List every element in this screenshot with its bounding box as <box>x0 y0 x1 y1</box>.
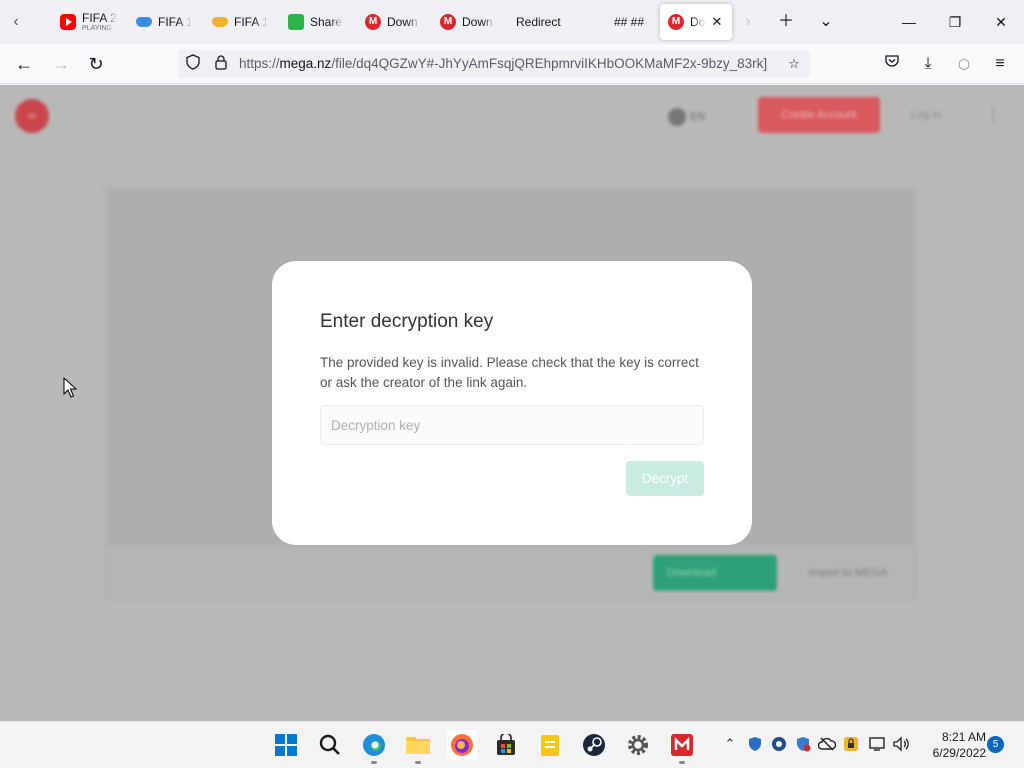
back-icon[interactable]: ← <box>12 52 36 76</box>
language-selector[interactable]: EN <box>668 107 718 127</box>
url-domain: mega.nz <box>279 56 332 71</box>
system-clock[interactable]: 8:21 AM 6/29/2022 <box>916 729 986 761</box>
edge-icon[interactable] <box>359 730 389 764</box>
tab-mega-download-2[interactable]: M Down <box>440 4 496 40</box>
tracking-protection-icon[interactable] <box>183 54 203 74</box>
lock-icon[interactable] <box>211 54 231 74</box>
mega-app-icon[interactable] <box>667 730 697 764</box>
url-scheme: https:// <box>239 56 280 71</box>
tab-title: Do <box>690 15 706 29</box>
tab-title: Redirect <box>516 15 561 29</box>
import-to-mega-button[interactable]: Import to MEGA <box>790 555 906 591</box>
navigation-toolbar: ← → ↻ https://mega.nz/file/dq4QGZwY#-JhY… <box>0 44 1024 84</box>
windows-start-icon[interactable] <box>271 730 301 760</box>
mouse-cursor-icon <box>63 377 77 398</box>
mega-icon: M <box>440 14 456 30</box>
more-menu-icon[interactable]: ⋮ <box>985 105 1001 127</box>
downloads-icon[interactable]: ⤓ <box>916 52 940 76</box>
tab-playing-label: PLAYING <box>82 25 112 32</box>
extensions-icon[interactable]: ⬡ <box>952 52 976 76</box>
tab-title: FIFA 2 <box>82 11 117 25</box>
onedrive-offline-icon[interactable] <box>817 734 837 754</box>
steam-icon[interactable] <box>579 730 609 760</box>
vpn-lock-icon[interactable] <box>841 734 861 754</box>
minimize-icon[interactable]: — <box>886 6 932 38</box>
tray-app-icon[interactable] <box>769 734 789 754</box>
settings-gear-icon[interactable] <box>623 730 653 760</box>
tab-youtube-fifa[interactable]: FIFA 2 PLAYING <box>60 4 120 40</box>
security-alert-icon[interactable] <box>793 734 813 754</box>
search-icon[interactable] <box>315 730 345 760</box>
tab-redirect[interactable]: Redirect <box>516 4 576 40</box>
pocket-icon[interactable] <box>880 52 904 76</box>
menu-icon[interactable]: ≡ <box>988 52 1012 76</box>
reload-icon[interactable]: ↻ <box>84 52 108 76</box>
create-account-button[interactable]: Create Account <box>758 97 880 133</box>
dialog-title: Enter decryption key <box>320 311 494 332</box>
microsoft-store-icon[interactable] <box>491 730 521 760</box>
address-bar[interactable]: https://mega.nz/file/dq4QGZwY#-JhYyAmFsq… <box>178 50 810 78</box>
tab-strip: ‹ FIFA 2 PLAYING FIFA 1 FIFA 1 Share M D… <box>0 0 1024 44</box>
gamepad-icon <box>136 17 152 27</box>
gamepad-icon <box>212 17 228 27</box>
tab-hash[interactable]: ## ## <box>614 4 654 40</box>
tab-mega-download-1[interactable]: M Down <box>365 4 421 40</box>
volume-speaker-icon[interactable] <box>891 734 911 754</box>
tab-title: FIFA 1 <box>234 15 268 29</box>
network-monitor-icon[interactable] <box>868 734 888 754</box>
download-button[interactable]: Download <box>653 555 777 591</box>
tabs-scroll-right-icon[interactable]: › <box>740 12 756 32</box>
forward-icon[interactable]: → <box>49 52 73 76</box>
tab-share[interactable]: Share <box>288 4 344 40</box>
tab-title: Down <box>387 15 421 29</box>
tab-title: Share <box>310 15 344 29</box>
defender-shield-icon[interactable] <box>745 734 765 754</box>
decryption-key-input[interactable] <box>320 405 704 445</box>
url-text[interactable]: https://mega.nz/file/dq4QGZwY#-JhYyAmFsq… <box>239 56 767 71</box>
login-button[interactable]: Log in <box>900 103 952 127</box>
new-tab-icon[interactable]: ＋ <box>774 10 798 34</box>
tab-title: ## ## <box>614 15 645 29</box>
tab-title: Down <box>462 15 496 29</box>
close-tab-icon[interactable]: ✕ <box>710 14 724 30</box>
youtube-icon <box>60 14 76 30</box>
file-explorer-icon[interactable] <box>403 730 433 764</box>
page-content: M EN Create Account Log in ⋮ Download Im… <box>0 85 1024 721</box>
notes-icon[interactable] <box>535 730 565 760</box>
restore-icon[interactable]: ❐ <box>932 6 978 38</box>
decryption-key-dialog: Enter decryption key The provided key is… <box>272 261 752 545</box>
windows-taskbar: ⌃ 8:21 AM 6/29/2022 5 <box>0 721 1024 768</box>
url-path: /file/dq4QGZwY#-JhYyAmFsqjQREhpmrviIKHbO… <box>331 56 768 71</box>
clock-date: 6/29/2022 <box>932 746 986 760</box>
tab-mega-active[interactable]: M Do ✕ <box>660 4 732 40</box>
mega-logo[interactable]: M <box>15 99 49 133</box>
share-icon <box>288 14 304 30</box>
notification-count-badge[interactable]: 5 <box>987 736 1004 753</box>
dialog-message: The provided key is invalid. Please chec… <box>320 355 699 390</box>
mega-icon: M <box>668 14 684 30</box>
tab-title: FIFA 1 <box>158 15 192 29</box>
bookmark-star-icon[interactable]: ☆ <box>784 54 804 74</box>
close-window-icon[interactable]: ✕ <box>978 6 1024 38</box>
tabs-scroll-left-icon[interactable]: ‹ <box>8 12 24 32</box>
tab-fifa-1[interactable]: FIFA 1 <box>136 4 192 40</box>
clock-time: 8:21 AM <box>941 730 986 744</box>
mega-icon: M <box>365 14 381 30</box>
show-hidden-icons-chevron-icon[interactable]: ⌃ <box>720 734 740 754</box>
list-all-tabs-icon[interactable]: ⌄ <box>814 10 838 34</box>
decrypt-button[interactable]: Decrypt <box>626 461 704 496</box>
firefox-icon[interactable] <box>447 730 477 760</box>
tab-fifa-2[interactable]: FIFA 1 <box>212 4 268 40</box>
